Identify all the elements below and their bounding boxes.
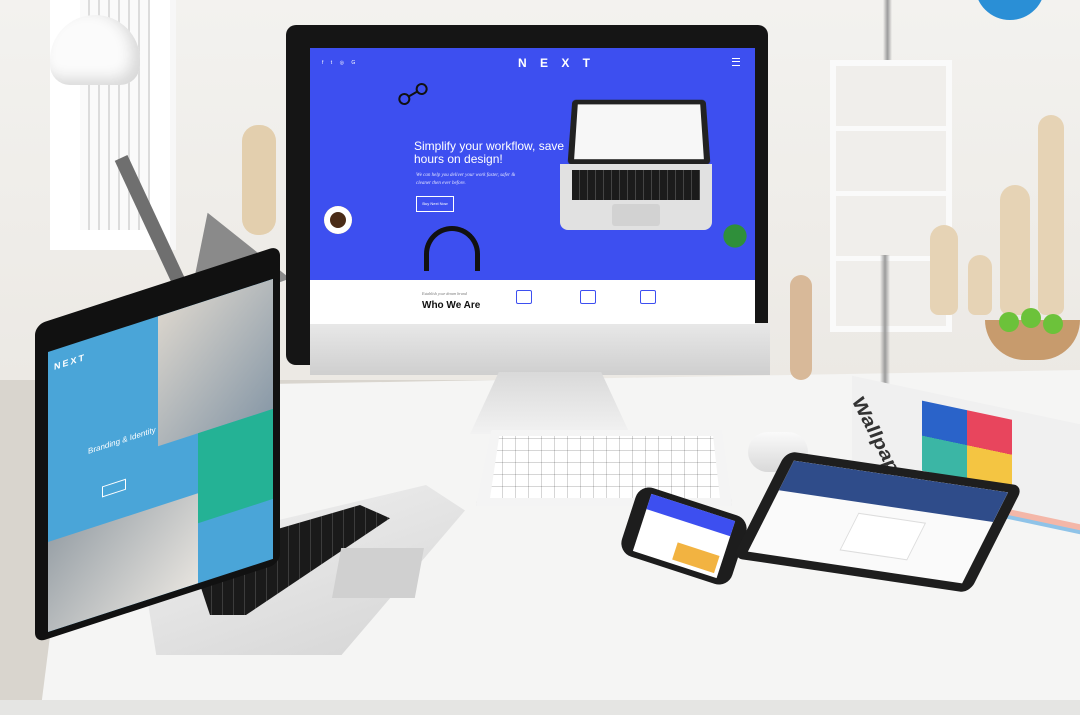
- twitter-icon[interactable]: t: [331, 60, 335, 66]
- vase: [968, 255, 992, 315]
- buy-now-button[interactable]: Buy Next Now: [416, 196, 454, 212]
- facebook-icon[interactable]: f: [322, 60, 326, 66]
- decor-vases: [930, 115, 1080, 315]
- eiffel-tower-figurine-top: [865, 0, 910, 60]
- vase: [930, 225, 958, 315]
- hero-subtitle: We can help you deliver your work faster…: [416, 173, 516, 186]
- wooden-mannequin: [790, 275, 812, 380]
- design-icon: [516, 290, 532, 304]
- laptop-hero-title: Branding & Identity: [88, 425, 156, 457]
- laptop-illustration: [558, 98, 718, 233]
- plant-icon: [715, 216, 755, 256]
- monitor-icon: [640, 290, 656, 304]
- imac-chin: [310, 323, 770, 375]
- tools-icon: [580, 290, 596, 304]
- coffee-cup-icon: [324, 206, 352, 234]
- laptop-illustration-base: [560, 164, 712, 230]
- site-logo[interactable]: N E X T: [518, 56, 595, 70]
- apple: [999, 312, 1019, 332]
- google-icon[interactable]: G: [351, 60, 358, 66]
- tablet-screen: [747, 460, 1009, 584]
- desk-edge: [0, 700, 1080, 715]
- about-eyebrow: Establish your dream brand: [422, 291, 467, 296]
- laptop-trackpad: [332, 548, 424, 598]
- eiffel-tower-figurine: [860, 255, 910, 390]
- apple: [1021, 308, 1041, 328]
- laptop-hero-button[interactable]: [102, 478, 126, 498]
- apple: [1043, 314, 1063, 334]
- instagram-icon[interactable]: ◎: [340, 60, 347, 66]
- vase: [1038, 115, 1064, 315]
- vase: [1000, 185, 1030, 315]
- hamburger-menu-icon[interactable]: [732, 58, 740, 66]
- keyboard-keys: [490, 436, 720, 498]
- social-icons: f t ◎ G: [322, 60, 358, 66]
- tablet-card: [839, 512, 927, 561]
- laptop-site-logo[interactable]: NEXT: [54, 352, 86, 372]
- glasses-icon: [398, 83, 428, 105]
- laptop-illustration-screen: [574, 104, 704, 160]
- laptop-illustration-trackpad: [612, 204, 660, 226]
- laptop-illustration-lid: [567, 99, 711, 165]
- imac-screen: f t ◎ G N E X T Simplify your workflow, …: [310, 48, 755, 324]
- headphones-icon: [424, 226, 480, 271]
- phone-photo: [672, 542, 720, 574]
- hero-section: f t ◎ G N E X T Simplify your workflow, …: [310, 48, 755, 280]
- laptop-illustration-keyboard: [572, 170, 700, 200]
- about-title: Who We Are: [422, 300, 481, 311]
- about-section: Establish your dream brand Who We Are: [310, 280, 755, 324]
